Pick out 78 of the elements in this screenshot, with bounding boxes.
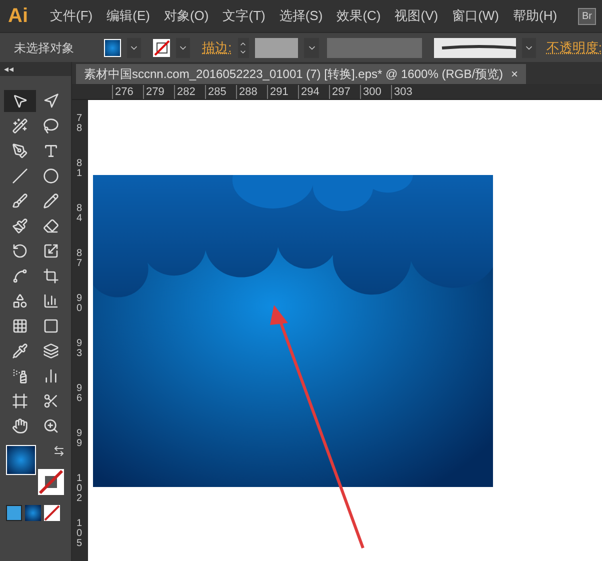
menu-item[interactable]: 对象(O) [164, 6, 209, 26]
stroke-label[interactable]: 描边: [202, 38, 232, 58]
rotate-icon [12, 243, 28, 259]
menu-item[interactable]: 效果(C) [336, 6, 381, 26]
eraser-icon [43, 218, 60, 234]
ruler-label: 279 [143, 84, 174, 98]
layers-icon [43, 343, 60, 359]
ruler-label: 300 [360, 84, 391, 98]
fill-swatch[interactable] [104, 38, 121, 56]
spray-can-icon [12, 368, 28, 384]
ruler-label: 291 [267, 84, 298, 98]
ruler-label: 276 [112, 84, 143, 98]
close-tab-button[interactable]: × [511, 65, 518, 83]
ruler-label: 99 [76, 429, 84, 451]
fill-color-swatch[interactable] [6, 445, 36, 475]
arrow-pointer-icon [12, 93, 28, 109]
grid-icon [12, 318, 28, 334]
tool-button[interactable] [4, 90, 36, 112]
menu-item[interactable]: 视图(V) [394, 6, 438, 26]
square-icon [43, 318, 60, 334]
column-chart-icon [43, 368, 60, 384]
ruler-label: 288 [236, 84, 267, 98]
menu-item[interactable]: 帮助(H) [513, 6, 558, 26]
zoom-icon [43, 418, 60, 434]
menu-item[interactable]: 编辑(E) [106, 6, 150, 26]
ruler-label: 78 [76, 114, 84, 136]
bar-chart-icon [43, 293, 60, 309]
document-tab[interactable]: 素材中国sccnn.com_2016052223_01001 (7) [转换].eps* @ 1600% (RGB/预览) × [76, 64, 526, 84]
app-logo: Ai [8, 4, 28, 29]
ruler-label: 81 [76, 159, 84, 181]
curve-icon [12, 268, 28, 284]
pointer-icon [43, 93, 60, 109]
ruler-label: 303 [391, 84, 422, 98]
scale-icon [43, 243, 60, 259]
text-icon [43, 143, 60, 159]
brush-icon [12, 193, 28, 209]
ruler-label: 102 [76, 474, 84, 506]
gradient-mode-button[interactable] [25, 505, 41, 521]
scissors-icon [43, 393, 60, 409]
stroke-color-swatch[interactable] [38, 469, 64, 495]
pencil-icon [43, 193, 60, 209]
ruler-label: 96 [76, 384, 84, 406]
opacity-label[interactable]: 不透明度: [546, 38, 602, 58]
swap-colors-icon[interactable] [53, 445, 65, 457]
ruler-label: 282 [174, 84, 205, 98]
paintbrush-icon [12, 218, 28, 234]
menu-item[interactable]: 文字(T) [222, 6, 266, 26]
pen-icon [12, 143, 28, 159]
crop-icon [43, 268, 60, 284]
menu-item[interactable]: 选择(S) [279, 6, 323, 26]
document-title: 素材中国sccnn.com_2016052223_01001 (7) [转换].eps* @ 1600% (RGB/预览) [84, 66, 504, 83]
lasso-icon [43, 118, 60, 134]
menu-item[interactable]: 窗口(W) [452, 6, 500, 26]
selection-status: 未选择对象 [14, 40, 74, 56]
ruler-label: 105 [76, 519, 84, 551]
ruler-label: 294 [298, 84, 329, 98]
ruler-label: 90 [76, 294, 84, 316]
ruler-label: 84 [76, 204, 84, 226]
brush-stroke-preview[interactable] [434, 38, 516, 58]
none-mode-button[interactable] [44, 505, 60, 521]
stroke-weight-field[interactable] [254, 38, 298, 58]
ruler-label: 87 [76, 249, 84, 271]
menu-item[interactable]: 文件(F) [50, 6, 93, 26]
shapes-icon [12, 293, 28, 309]
ruler-label: 297 [329, 84, 360, 98]
stroke-stepper[interactable] [238, 38, 249, 58]
collapse-panel-button[interactable]: ◂◂ [0, 62, 71, 76]
ellipse-icon [43, 168, 60, 184]
no-stroke-swatch[interactable] [153, 38, 170, 56]
frame-icon [12, 393, 28, 409]
magic-wand-icon [12, 118, 28, 134]
bridge-button[interactable]: Br [578, 8, 596, 24]
line-icon [12, 168, 28, 184]
color-mode-button[interactable] [6, 505, 22, 521]
ruler-label: 285 [205, 84, 236, 98]
hand-icon [12, 418, 28, 434]
eyedropper-icon [12, 343, 28, 359]
ruler-label: 93 [76, 339, 84, 361]
